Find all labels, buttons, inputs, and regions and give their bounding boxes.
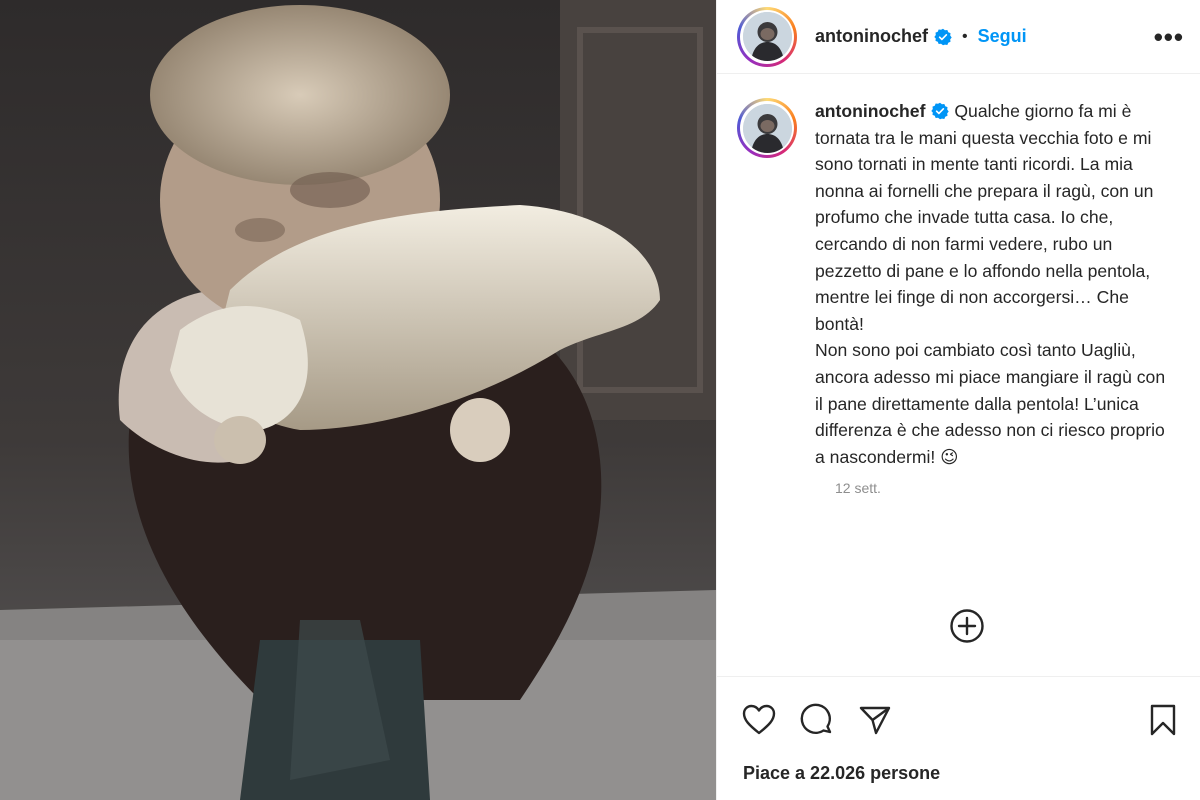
author-username[interactable]: antoninochef	[815, 26, 928, 47]
caption-comment: antoninochef Qualche giorno fa mi è torn…	[737, 98, 1180, 470]
paper-plane-icon	[859, 706, 891, 735]
child-eating-bread-photo	[0, 0, 716, 800]
load-more-comments-button[interactable]	[949, 608, 985, 644]
header-separator: •	[962, 27, 968, 45]
caption-author-avatar[interactable]	[737, 98, 797, 158]
follow-button[interactable]: Segui	[978, 26, 1027, 47]
caption-body: Qualche giorno fa mi è tornata tra le ma…	[815, 101, 1166, 467]
plus-circle-icon	[950, 609, 984, 643]
avatar-image	[742, 103, 792, 153]
comment-button[interactable]	[799, 702, 835, 738]
verified-badge-icon	[934, 28, 952, 46]
share-button[interactable]	[857, 702, 893, 738]
comments-area: antoninochef Qualche giorno fa mi è torn…	[717, 74, 1200, 664]
likes-count[interactable]: Piace a 22.026 persone	[717, 743, 1200, 784]
avatar-image	[742, 12, 792, 61]
post-header: antoninochef • Segui •••	[717, 0, 1200, 74]
heart-icon	[742, 704, 776, 735]
action-icons	[717, 677, 1200, 743]
caption-timestamp[interactable]: 12 sett.	[835, 480, 1180, 496]
post-actions: Piace a 22.026 persone	[717, 676, 1200, 800]
post-photo[interactable]	[0, 0, 716, 800]
post-details-panel: antoninochef • Segui ••• antoninochef Qu…	[716, 0, 1200, 800]
caption-text: antoninochef Qualche giorno fa mi è torn…	[815, 98, 1167, 470]
like-button[interactable]	[741, 702, 777, 738]
author-avatar[interactable]	[737, 6, 797, 67]
more-options-button[interactable]: •••	[1154, 24, 1184, 50]
comment-icon	[800, 703, 832, 734]
caption-username[interactable]: antoninochef	[815, 101, 925, 121]
bookmark-icon	[1150, 704, 1176, 736]
save-button[interactable]	[1145, 702, 1181, 738]
verified-badge-icon	[931, 101, 950, 120]
